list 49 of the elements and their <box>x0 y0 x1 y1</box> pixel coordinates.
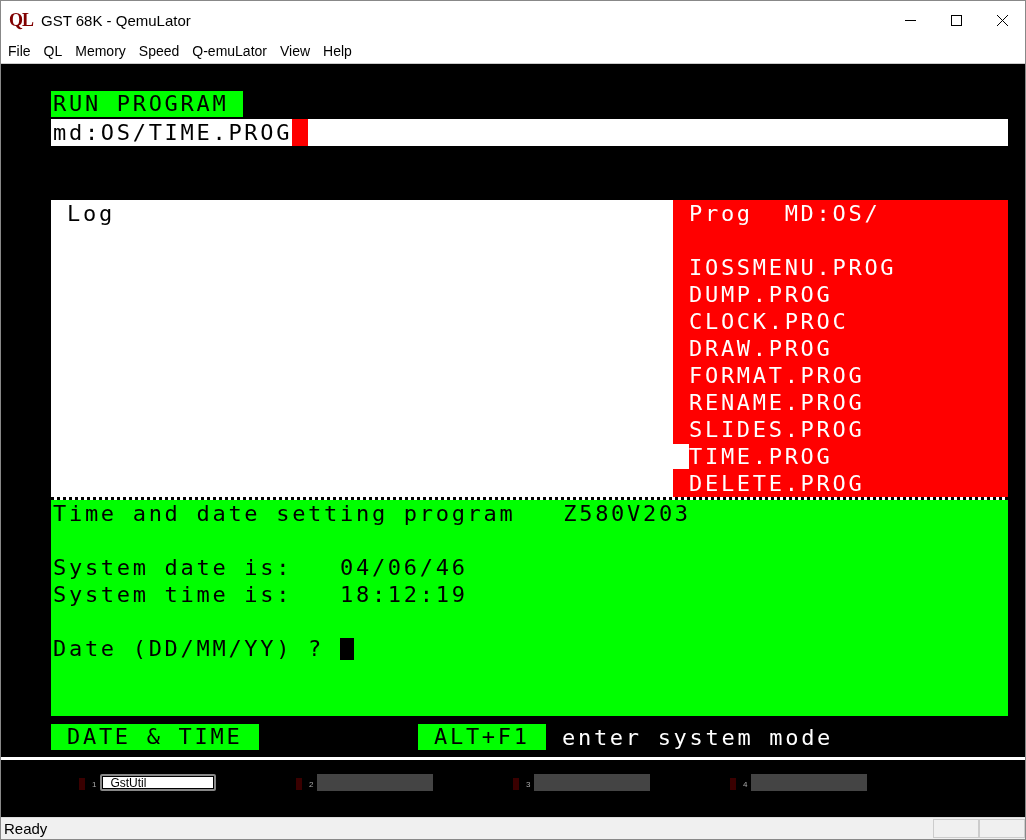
program-list-item[interactable]: CLOCK.PROC <box>673 308 849 335</box>
program-list-item[interactable]: RENAME.PROG <box>673 389 865 416</box>
key-hint: ALT+F1 <box>418 724 546 750</box>
slot-number: 4 <box>743 780 748 789</box>
indicator-icon <box>513 778 519 790</box>
console-line: Time and date setting program Z580V203 <box>53 500 691 527</box>
indicator-icon <box>730 778 736 790</box>
console-line: System time is: 18:12:19 <box>53 581 468 608</box>
task-slot[interactable] <box>317 774 434 791</box>
footer-hint: enter system mode <box>562 723 834 751</box>
log-title: Log <box>67 200 116 227</box>
resize-grip[interactable] <box>979 819 1025 838</box>
slot-number: 2 <box>309 780 314 789</box>
program-list-item[interactable]: DRAW.PROG <box>673 335 833 362</box>
indicator-icon <box>79 778 85 790</box>
slot-number: 1 <box>92 780 97 789</box>
minimize-icon[interactable] <box>904 19 916 21</box>
task-slot[interactable] <box>751 774 868 791</box>
program-list-item[interactable]: FORMAT.PROG <box>673 362 865 389</box>
menu-item[interactable]: Q-emuLator <box>192 43 267 59</box>
menu-item[interactable]: View <box>280 43 311 59</box>
indicator-icon <box>296 778 302 790</box>
program-list-item[interactable]: DELETE.PROG <box>673 470 865 497</box>
program-list-item[interactable]: TIME.PROG <box>673 443 833 470</box>
program-list-title: Prog MD:OS/ <box>689 200 882 227</box>
task-slot[interactable] <box>534 774 651 791</box>
window-title: GST 68K - QemuLator <box>41 11 192 29</box>
console-line: System date is: 04/06/46 <box>53 554 468 581</box>
status-text: Ready <box>3 820 49 837</box>
maximize-icon[interactable] <box>950 14 962 26</box>
command-field[interactable]: md:OS/TIME.PROG <box>51 119 1008 146</box>
app-logo: QL <box>9 9 33 31</box>
text-cursor <box>340 637 355 660</box>
program-list-item[interactable]: DUMP.PROG <box>673 281 833 308</box>
status-pane <box>933 819 979 838</box>
close-icon[interactable] <box>996 14 1008 26</box>
menu-item[interactable]: Help <box>323 43 352 59</box>
menu-item[interactable]: Memory <box>75 43 126 59</box>
footer-title: DATE & TIME <box>51 724 259 750</box>
text-cursor <box>292 119 309 146</box>
console-line: Date (DD/MM/YY) ? <box>53 635 325 662</box>
menu-item[interactable]: QL <box>43 43 63 59</box>
task-slot[interactable]: GstUtil <box>100 774 217 791</box>
screen-header: RUN PROGRAM <box>51 91 243 117</box>
slot-number: 3 <box>526 780 531 789</box>
program-list-item[interactable]: SLIDES.PROG <box>673 416 865 443</box>
menu-item[interactable]: File <box>8 43 31 59</box>
menu-item[interactable]: Speed <box>138 43 180 59</box>
program-list-item[interactable]: IOSSMENU.PROG <box>673 254 897 281</box>
